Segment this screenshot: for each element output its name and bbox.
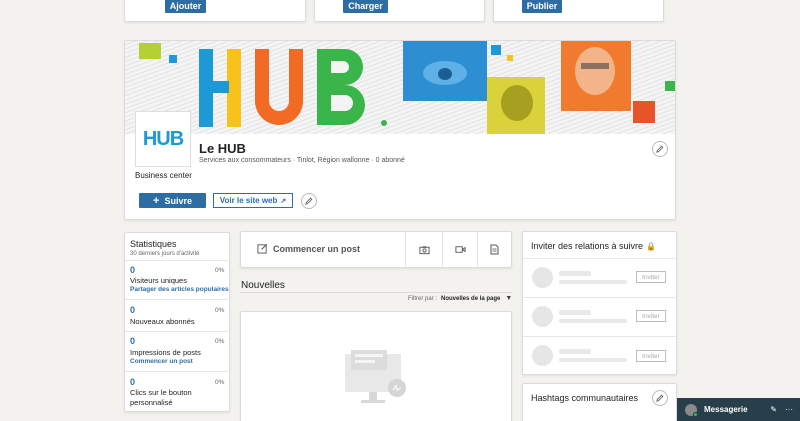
cover-banner xyxy=(125,41,675,134)
document-button[interactable] xyxy=(478,232,511,267)
add-button[interactable]: Ajouter xyxy=(165,0,206,13)
company-logo-text: HUB xyxy=(142,127,184,150)
messaging-bar[interactable]: Messagerie ✎ ··· xyxy=(677,398,800,421)
title-placeholder xyxy=(559,319,627,323)
edit-hashtags-button[interactable] xyxy=(652,390,668,406)
top-card-1: Ajouter xyxy=(124,0,306,22)
stat-value-new-followers[interactable]: 0 xyxy=(130,305,135,315)
filter-label: Filtrer par : xyxy=(408,295,438,302)
top-card-3: Publier xyxy=(493,0,664,22)
invite-button[interactable]: Inviter xyxy=(636,271,666,283)
banner-art xyxy=(139,41,675,134)
invite-card: Inviter des relations à suivre 🔒 Inviter… xyxy=(522,231,677,375)
avatar-placeholder xyxy=(532,267,553,288)
invite-title: Inviter des relations à suivre 🔒 xyxy=(531,241,656,251)
top-card-2: Charger xyxy=(314,0,485,22)
statistics-card: Statistiques 30 derniers jours d'activit… xyxy=(124,232,230,412)
statistics-subtitle: 30 derniers jours d'activité xyxy=(130,251,200,257)
messaging-label: Messagerie xyxy=(704,405,748,414)
stat-label-visitors: Visiteurs uniques xyxy=(130,276,187,285)
lock-icon: 🔒 xyxy=(646,241,657,251)
divider xyxy=(523,336,676,337)
edit-header-button[interactable] xyxy=(652,141,668,157)
compose-message-icon[interactable]: ✎ xyxy=(770,405,777,414)
compose-icon xyxy=(257,243,268,254)
plus-icon: + xyxy=(153,194,160,207)
website-button[interactable]: Voir le site web ↗ xyxy=(213,193,293,208)
invite-title-text: Inviter des relations à suivre xyxy=(531,241,644,251)
website-label: Voir le site web xyxy=(219,196,278,205)
publish-button[interactable]: Publier xyxy=(522,0,562,13)
title-placeholder xyxy=(559,358,627,362)
pencil-icon xyxy=(656,145,664,153)
feed-divider xyxy=(240,292,512,293)
company-header-card: HUB Le HUB Services aux consommateurs · … xyxy=(124,40,676,220)
divider xyxy=(125,299,229,300)
video-icon xyxy=(454,246,466,253)
divider xyxy=(523,258,676,259)
stat-label-new-followers: Nouveaux abonnés xyxy=(130,317,195,326)
photo-button[interactable] xyxy=(406,232,442,267)
post-composer-card: Commencer un post xyxy=(240,231,512,268)
caret-down-icon: ▼ xyxy=(505,295,513,302)
title-placeholder xyxy=(559,280,627,284)
follow-button[interactable]: + Suivre xyxy=(139,193,206,208)
divider xyxy=(125,331,229,332)
online-status-dot xyxy=(693,411,698,417)
video-button[interactable] xyxy=(443,232,477,267)
external-link-icon: ↗ xyxy=(280,197,287,205)
stat-label-impressions: Impressions de posts xyxy=(130,348,201,357)
company-logo: HUB xyxy=(135,111,191,167)
empty-feed-illustration xyxy=(345,350,406,403)
more-options-icon[interactable]: ··· xyxy=(785,405,793,414)
start-post-link[interactable]: Commencer un post xyxy=(130,358,193,365)
stat-pct-clicks: 0% xyxy=(215,379,225,386)
document-icon xyxy=(490,244,499,255)
divider xyxy=(523,297,676,298)
filter-value: Nouvelles de la page xyxy=(441,295,501,302)
stat-value-clicks[interactable]: 0 xyxy=(130,377,135,387)
start-post-button[interactable]: Commencer un post xyxy=(257,243,360,254)
stat-label-clicks: Clics sur le bouton personnalisé xyxy=(130,388,192,407)
name-placeholder xyxy=(559,271,591,276)
avatar-placeholder xyxy=(532,306,553,327)
invite-button[interactable]: Inviter xyxy=(636,350,666,362)
hashtags-card: Hashtags communautaires xyxy=(522,383,677,421)
name-placeholder xyxy=(559,310,591,315)
statistics-title: Statistiques xyxy=(130,239,177,249)
avatar-placeholder xyxy=(532,345,553,366)
feed-empty-card xyxy=(240,311,512,421)
feed-title: Nouvelles xyxy=(241,280,285,291)
stat-value-impressions[interactable]: 0 xyxy=(130,336,135,346)
company-tagline: Business center xyxy=(135,171,192,180)
stat-pct-new-followers: 0% xyxy=(215,307,225,314)
pencil-icon xyxy=(656,394,664,402)
start-post-label: Commencer un post xyxy=(273,243,361,254)
stat-pct-visitors: 0% xyxy=(215,267,225,274)
feed-filter[interactable]: Filtrer par : Nouvelles de la page ▼ xyxy=(408,295,512,302)
avatar xyxy=(685,403,698,417)
camera-icon xyxy=(418,245,430,254)
divider xyxy=(125,371,229,372)
divider xyxy=(125,260,229,261)
share-popular-articles-link[interactable]: Partager des articles populaires xyxy=(130,286,229,293)
company-details: Services aux consommateurs · Tinlot, Rég… xyxy=(199,157,405,164)
company-name: Le HUB xyxy=(199,141,246,156)
pencil-icon xyxy=(305,197,313,205)
follow-label: Suivre xyxy=(164,195,192,206)
hashtags-title: Hashtags communautaires xyxy=(531,393,639,403)
edit-buttons-button[interactable] xyxy=(301,193,317,209)
name-placeholder xyxy=(559,349,591,354)
stat-pct-impressions: 0% xyxy=(215,338,225,345)
upload-button[interactable]: Charger xyxy=(343,0,388,13)
stat-value-visitors[interactable]: 0 xyxy=(130,265,135,275)
invite-button[interactable]: Inviter xyxy=(636,310,666,322)
